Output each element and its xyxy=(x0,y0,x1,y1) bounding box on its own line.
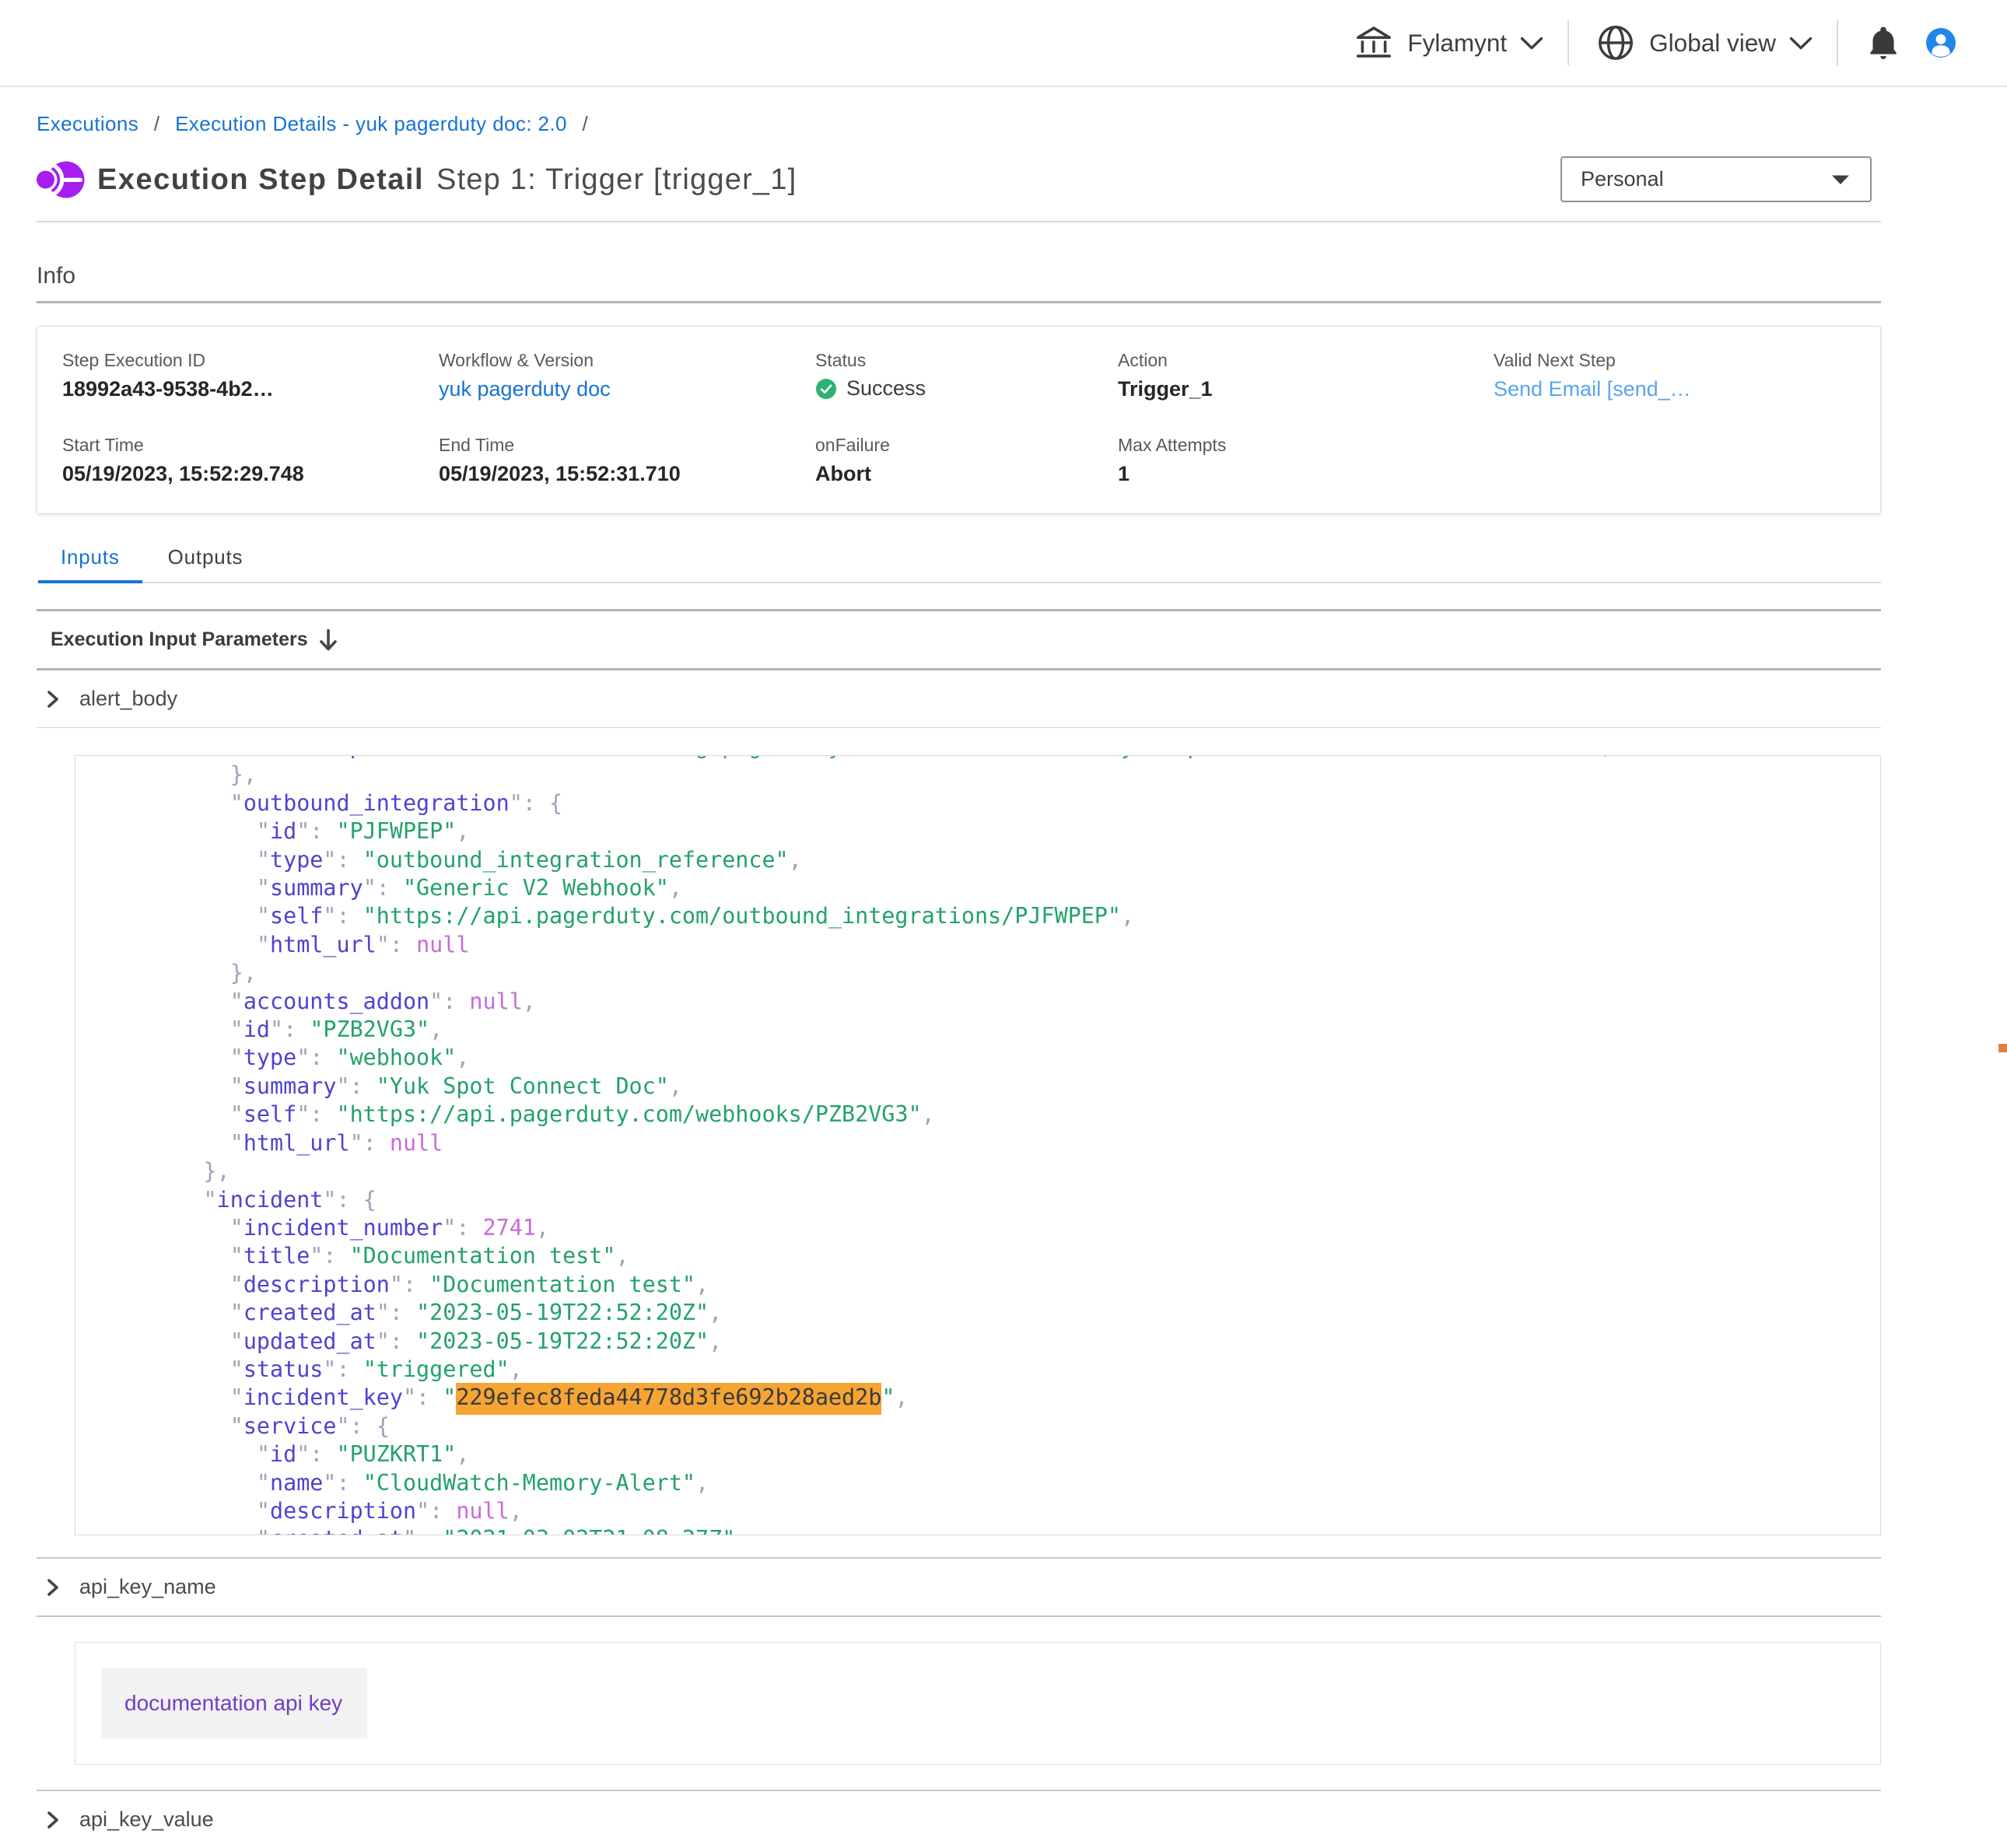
info-field: Status Success xyxy=(815,349,1118,401)
info-field-label: onFailure xyxy=(815,434,1118,456)
top-bar: Fylamynt Global view xyxy=(0,0,2007,87)
param-row-api-key-name[interactable]: api_key_name xyxy=(37,1559,1881,1615)
info-panel: Step Execution ID 18992a43-9538-4b2…Workf… xyxy=(37,326,1881,514)
topbar-divider xyxy=(1567,20,1569,65)
info-field: End Time 05/19/2023, 15:52:31.710 xyxy=(439,434,815,486)
topbar-divider xyxy=(1837,20,1838,65)
chevron-down-icon xyxy=(1785,27,1816,58)
success-check-icon xyxy=(815,378,837,400)
json-code: "description": "Webhook delivering pager… xyxy=(75,755,1880,1535)
info-field-label: Workflow & Version xyxy=(439,349,815,371)
info-field: Action Trigger_1 xyxy=(1118,349,1494,401)
alert-body-json-viewer[interactable]: "description": "Webhook delivering pager… xyxy=(75,755,1881,1535)
api-key-name-chip: documentation api key xyxy=(101,1668,367,1738)
tab-inputs[interactable]: Inputs xyxy=(38,545,142,582)
param-row-alert-body[interactable]: alert_body xyxy=(37,670,1881,727)
bank-icon xyxy=(1353,22,1395,64)
param-label: api_key_value xyxy=(79,1808,214,1832)
info-field-value: 1 xyxy=(1118,462,1494,486)
breadcrumb-separator: / xyxy=(154,112,160,135)
section-header: Execution Input Parameters xyxy=(37,609,1881,670)
param-label: alert_body xyxy=(79,687,177,711)
info-field-link[interactable]: Send Email [send_… xyxy=(1494,377,1691,401)
arrow-down-icon[interactable] xyxy=(318,628,338,652)
info-field: Step Execution ID 18992a43-9538-4b2… xyxy=(62,349,439,401)
tabs: InputsOutputs xyxy=(37,545,1881,583)
notifications-bell-icon[interactable] xyxy=(1864,23,1903,63)
page-title: Execution Step Detail xyxy=(97,163,424,197)
account-label: Fylamynt xyxy=(1407,29,1507,58)
info-field-label: Status xyxy=(815,349,1118,371)
info-field: Valid Next Step Send Email [send_… xyxy=(1494,349,1880,401)
workflow-step-icon xyxy=(37,159,85,201)
info-field-link[interactable]: yuk pagerduty doc xyxy=(439,377,611,401)
info-field: Max Attempts 1 xyxy=(1118,434,1494,486)
title-row: Execution Step Detail Step 1: Trigger [t… xyxy=(37,156,1881,203)
info-field-value: 18992a43-9538-4b2… xyxy=(62,377,439,401)
tab-outputs[interactable]: Outputs xyxy=(145,545,266,582)
main-content: Executions / Execution Details - yuk pag… xyxy=(0,87,2007,1848)
param-row-api-key-value[interactable]: api_key_value xyxy=(37,1791,1881,1848)
breadcrumb: Executions / Execution Details - yuk pag… xyxy=(37,87,1881,134)
chevron-right-icon xyxy=(44,1810,61,1830)
view-label: Global view xyxy=(1649,29,1776,58)
info-field-value: 05/19/2023, 15:52:29.748 xyxy=(62,462,439,486)
chevron-down-icon xyxy=(1516,27,1547,58)
caret-down-icon xyxy=(1831,174,1850,185)
info-field: Start Time 05/19/2023, 15:52:29.748 xyxy=(62,434,439,486)
section-title: Execution Input Parameters xyxy=(51,628,308,651)
info-field-label: Start Time xyxy=(62,434,439,456)
breadcrumb-execution-details[interactable]: Execution Details - yuk pagerduty doc: 2… xyxy=(175,112,567,135)
scope-select-value: Personal xyxy=(1581,167,1664,191)
page-subtitle: Step 1: Trigger [trigger_1] xyxy=(436,163,797,197)
view-menu[interactable]: Global view xyxy=(1595,22,1816,64)
row-divider xyxy=(37,727,1881,728)
info-field-value: Abort xyxy=(815,462,1118,486)
info-field-value: 05/19/2023, 15:52:31.710 xyxy=(439,462,815,486)
info-heading: Info xyxy=(37,263,1881,289)
info-field-label: Valid Next Step xyxy=(1494,349,1880,371)
info-field: Workflow & Version yuk pagerduty doc xyxy=(439,349,815,401)
info-field-label: Action xyxy=(1118,349,1494,371)
info-divider xyxy=(37,301,1881,303)
info-field: onFailure Abort xyxy=(815,434,1118,486)
breadcrumb-executions[interactable]: Executions xyxy=(37,112,138,135)
status-text: Success xyxy=(846,376,926,401)
info-field-label: Step Execution ID xyxy=(62,349,439,371)
account-menu[interactable]: Fylamynt xyxy=(1353,22,1547,64)
api-key-name-panel: documentation api key xyxy=(75,1642,1881,1765)
row-divider xyxy=(37,1615,1881,1617)
title-divider xyxy=(37,221,1881,222)
chevron-right-icon xyxy=(44,1577,61,1598)
info-field-label: Max Attempts xyxy=(1118,434,1494,456)
param-label: api_key_name xyxy=(79,1575,216,1599)
chevron-right-icon xyxy=(44,689,61,709)
scrollbar-match-marker xyxy=(1998,1044,2007,1052)
info-field-value: Trigger_1 xyxy=(1118,377,1494,401)
user-avatar[interactable] xyxy=(1926,28,1956,58)
info-field-label: End Time xyxy=(439,434,815,456)
globe-icon xyxy=(1595,22,1637,64)
api-key-name-value: documentation api key xyxy=(124,1691,342,1716)
breadcrumb-separator: / xyxy=(583,112,589,135)
scope-select[interactable]: Personal xyxy=(1560,156,1872,202)
status-badge: Success xyxy=(815,376,1118,401)
